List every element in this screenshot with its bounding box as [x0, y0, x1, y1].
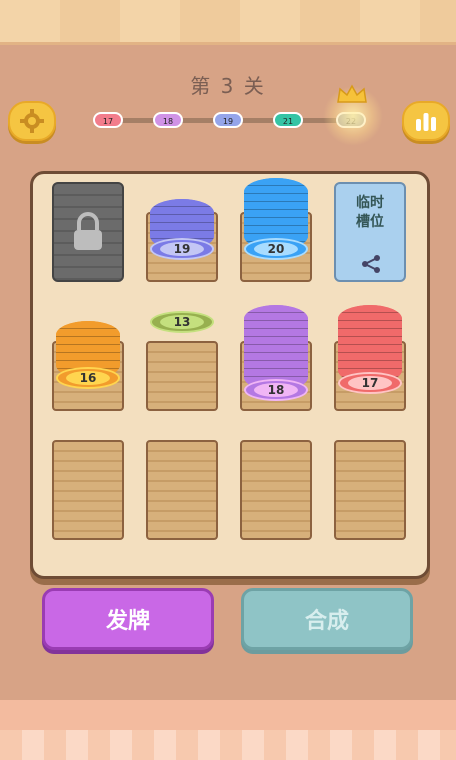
wood-crate [146, 341, 218, 411]
bottom-stripe [0, 700, 456, 760]
stack-count: 13 [160, 315, 204, 329]
slot-stack-16[interactable]: 16 [52, 311, 124, 411]
empty-slot[interactable] [52, 440, 124, 540]
slot-stack-19[interactable]: 19 [146, 182, 218, 282]
share-icon [362, 255, 380, 273]
lock-icon [74, 212, 102, 250]
stack-count: 16 [66, 371, 110, 385]
wood-crate [240, 440, 312, 540]
level-title: 第 3 关 [190, 74, 266, 98]
crown-icon [337, 84, 367, 103]
level-chip-21: 21 [273, 112, 303, 128]
empty-slot[interactable] [146, 440, 218, 540]
gear-icon [20, 109, 44, 133]
level-chip-17: 17 [93, 112, 123, 128]
empty-slot[interactable] [240, 440, 312, 540]
locked-panel [52, 182, 124, 282]
temp-slot-label: 临时 槽位 [356, 195, 384, 230]
level-chip-18: 18 [153, 112, 183, 128]
stack-top-chip: 16 [56, 367, 120, 389]
slot-stack-20[interactable]: 20 [240, 178, 312, 282]
wood-crate [146, 440, 218, 540]
stack-count: 17 [348, 376, 392, 390]
top-wood-strip [0, 0, 456, 45]
empty-slot[interactable] [334, 440, 406, 540]
merge-button[interactable]: 合成 [241, 588, 413, 650]
bar-chart-icon [416, 113, 436, 131]
wood-crate [334, 440, 406, 540]
temp-slot[interactable]: 临时 槽位 [334, 182, 406, 282]
stack-top-chip: 19 [150, 238, 214, 260]
stack-top-chip: 17 [338, 372, 402, 394]
slot-stack-18[interactable]: 18 [240, 305, 312, 411]
ranking-button[interactable] [402, 101, 450, 141]
settings-button[interactable] [8, 101, 56, 141]
temp-slot-panel: 临时 槽位 [334, 182, 406, 282]
slot-stack-17[interactable]: 17 [334, 305, 406, 411]
level-chip-19: 19 [213, 112, 243, 128]
slot-stack-13[interactable]: 13 [146, 311, 218, 411]
stack-top-chip: 18 [244, 379, 308, 401]
stack-top-chip: 13 [150, 311, 214, 333]
stack-count: 18 [254, 383, 298, 397]
deal-button[interactable]: 发牌 [42, 588, 214, 650]
stack-top-chip: 20 [244, 238, 308, 260]
stack-count: 20 [254, 242, 298, 256]
wood-crate [52, 440, 124, 540]
locked-slot[interactable] [52, 182, 124, 282]
stack-count: 19 [160, 242, 204, 256]
